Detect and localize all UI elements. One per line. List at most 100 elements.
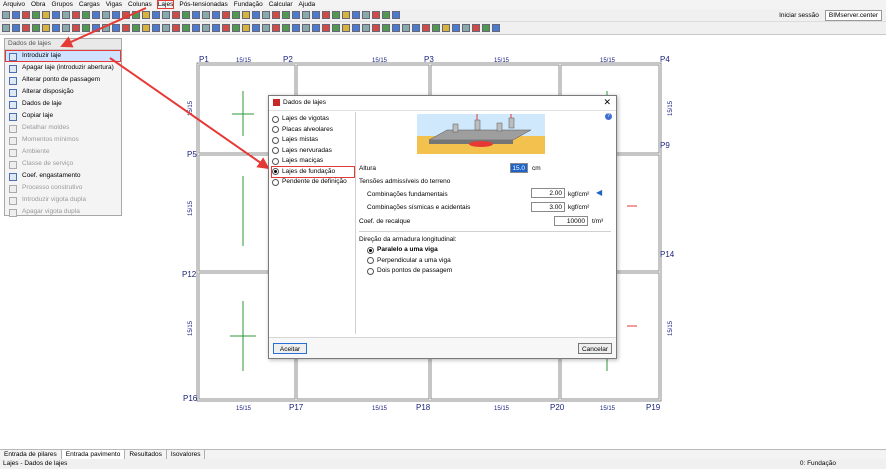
- menu-item-7[interactable]: Pós-tensionadas: [179, 1, 227, 8]
- toolbar-tool-icon[interactable]: [202, 11, 210, 19]
- toolbar2-tool-icon[interactable]: [302, 24, 310, 32]
- toolbar2-tool-icon[interactable]: [92, 24, 100, 32]
- toolbar-tool-icon[interactable]: [32, 11, 40, 19]
- toolbar2-tool-icon[interactable]: [42, 24, 50, 32]
- toolbar2-tool-icon[interactable]: [442, 24, 450, 32]
- toolbar-tool-icon[interactable]: [212, 11, 220, 19]
- toolbar2-tool-icon[interactable]: [212, 24, 220, 32]
- radio-button[interactable]: [272, 147, 279, 155]
- toolbar-tool-icon[interactable]: [62, 11, 70, 19]
- toolbar-tool-icon[interactable]: [102, 11, 110, 19]
- toolbar-tool-icon[interactable]: [82, 11, 90, 19]
- toolbar-tool-icon[interactable]: [132, 11, 140, 19]
- toolbar-tool-icon[interactable]: [242, 11, 250, 19]
- toolbar-tool-icon[interactable]: [332, 11, 340, 19]
- slab-type-option[interactable]: Lajes de fundação: [271, 165, 355, 178]
- toolbar2-tool-icon[interactable]: [202, 24, 210, 32]
- toolbar-tool-icon[interactable]: [22, 11, 30, 19]
- toolbar2-tool-icon[interactable]: [252, 24, 260, 32]
- toolbar2-tool-icon[interactable]: [32, 24, 40, 32]
- toolbar2-tool-icon[interactable]: [452, 24, 460, 32]
- menu-item-1[interactable]: Obra: [31, 1, 45, 8]
- toolbar2-tool-icon[interactable]: [262, 24, 270, 32]
- toolbar2-tool-icon[interactable]: [472, 24, 480, 32]
- toolbar-tool-icon[interactable]: [382, 11, 390, 19]
- toolbar2-tool-icon[interactable]: [292, 24, 300, 32]
- menu-item-10[interactable]: Ajuda: [299, 1, 316, 8]
- toolbar2-tool-icon[interactable]: [192, 24, 200, 32]
- toolbar-tool-icon[interactable]: [172, 11, 180, 19]
- toolbar2-tool-icon[interactable]: [52, 24, 60, 32]
- toolbar2-tool-icon[interactable]: [492, 24, 500, 32]
- slab-type-option[interactable]: Lajes nervuradas: [272, 146, 354, 157]
- help-icon[interactable]: ?: [605, 113, 612, 120]
- toolbar-tool-icon[interactable]: [372, 11, 380, 19]
- slab-menu-item[interactable]: Introduzir laje: [5, 50, 121, 62]
- toolbar2-tool-icon[interactable]: [282, 24, 290, 32]
- toolbar2-tool-icon[interactable]: [402, 24, 410, 32]
- toolbar2-tool-icon[interactable]: [372, 24, 380, 32]
- fundamental-combinations-input[interactable]: 2.00: [531, 188, 565, 198]
- seismic-combinations-input[interactable]: 3.00: [531, 202, 565, 212]
- toolbar-tool-icon[interactable]: [42, 11, 50, 19]
- radio-button[interactable]: [272, 157, 279, 165]
- toolbar2-tool-icon[interactable]: [72, 24, 80, 32]
- toolbar-tool-icon[interactable]: [232, 11, 240, 19]
- toolbar2-tool-icon[interactable]: [482, 24, 490, 32]
- toolbar2-tool-icon[interactable]: [462, 24, 470, 32]
- radio-button[interactable]: [272, 136, 279, 144]
- toolbar2-tool-icon[interactable]: [382, 24, 390, 32]
- menu-item-3[interactable]: Cargas: [79, 1, 100, 8]
- toolbar-tool-icon[interactable]: [252, 11, 260, 19]
- toolbar2-tool-icon[interactable]: [162, 24, 170, 32]
- toolbar-tool-icon[interactable]: [2, 11, 10, 19]
- slab-type-option[interactable]: Pendente de definição: [272, 177, 354, 188]
- toolbar-tool-icon[interactable]: [192, 11, 200, 19]
- toolbar2-tool-icon[interactable]: [172, 24, 180, 32]
- toolbar-tool-icon[interactable]: [302, 11, 310, 19]
- toolbar2-tool-icon[interactable]: [422, 24, 430, 32]
- toolbar-tool-icon[interactable]: [92, 11, 100, 19]
- menu-item-8[interactable]: Fundação: [234, 1, 263, 8]
- radio-button[interactable]: [272, 126, 279, 134]
- login-button[interactable]: Iniciar sessão: [779, 12, 819, 19]
- toolbar2-tool-icon[interactable]: [362, 24, 370, 32]
- toolbar2-tool-icon[interactable]: [22, 24, 30, 32]
- toolbar2-tool-icon[interactable]: [12, 24, 20, 32]
- slab-menu-item[interactable]: Alterar ponto de passagem: [5, 74, 121, 86]
- toolbar2-tool-icon[interactable]: [122, 24, 130, 32]
- toolbar-tool-icon[interactable]: [272, 11, 280, 19]
- toolbar-tool-icon[interactable]: [322, 11, 330, 19]
- toolbar-tool-icon[interactable]: [52, 11, 60, 19]
- slab-menu-item[interactable]: Coef. engastamento: [5, 170, 121, 182]
- accept-button[interactable]: Aceitar: [273, 343, 307, 354]
- view-tab[interactable]: Entrada pavimento: [61, 450, 126, 459]
- view-tab[interactable]: Entrada de pilares: [0, 450, 62, 459]
- toolbar2-tool-icon[interactable]: [222, 24, 230, 32]
- toolbar-tool-icon[interactable]: [222, 11, 230, 19]
- radio-button[interactable]: [272, 168, 279, 176]
- slab-menu-item[interactable]: Alterar disposição: [5, 86, 121, 98]
- server-selector[interactable]: BIMserver.center: [824, 10, 882, 21]
- toolbar2-tool-icon[interactable]: [112, 24, 120, 32]
- toolbar2-tool-icon[interactable]: [132, 24, 140, 32]
- radio-button[interactable]: [367, 267, 374, 275]
- close-icon[interactable]: ✕: [603, 97, 611, 108]
- view-tab[interactable]: Isovalores: [167, 450, 206, 459]
- radio-button[interactable]: [367, 257, 374, 265]
- slab-type-option[interactable]: Lajes maciças: [272, 156, 354, 167]
- toolbar-tool-icon[interactable]: [122, 11, 130, 19]
- toolbar2-tool-icon[interactable]: [2, 24, 10, 32]
- menu-item-0[interactable]: Arquivo: [3, 1, 25, 8]
- toolbar-tool-icon[interactable]: [362, 11, 370, 19]
- toolbar-tool-icon[interactable]: [142, 11, 150, 19]
- toolbar2-tool-icon[interactable]: [242, 24, 250, 32]
- toolbar2-tool-icon[interactable]: [322, 24, 330, 32]
- slab-type-option[interactable]: Placas alveolares: [272, 125, 354, 136]
- toolbar2-tool-icon[interactable]: [272, 24, 280, 32]
- radio-button[interactable]: [367, 246, 374, 254]
- toolbar2-tool-icon[interactable]: [352, 24, 360, 32]
- view-tab[interactable]: Resultados: [125, 450, 167, 459]
- toolbar2-tool-icon[interactable]: [152, 24, 160, 32]
- slab-menu-item[interactable]: Apagar laje (introduzir abertura): [5, 62, 121, 74]
